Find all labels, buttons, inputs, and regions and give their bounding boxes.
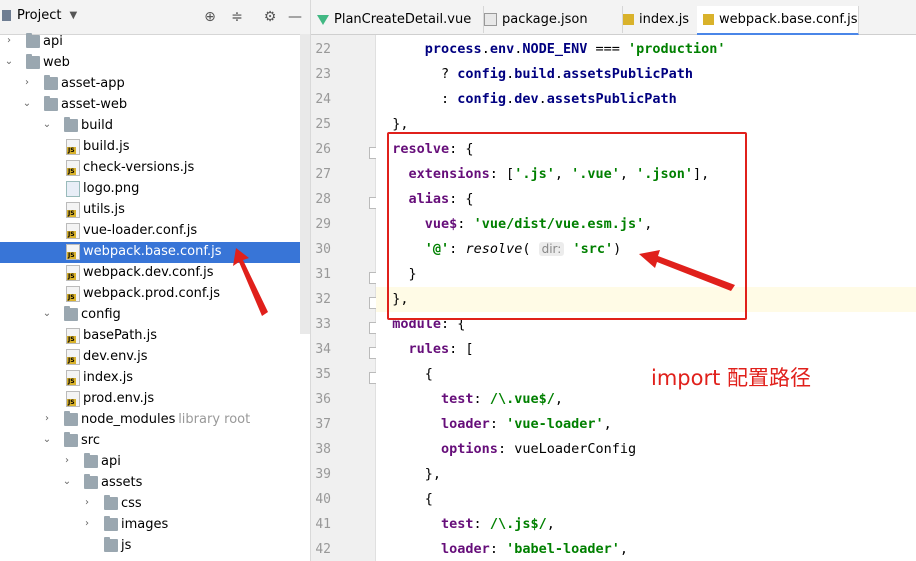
arrow-to-file <box>233 248 268 316</box>
annotation-arrows <box>233 248 735 316</box>
arrow-to-alias <box>639 250 735 291</box>
